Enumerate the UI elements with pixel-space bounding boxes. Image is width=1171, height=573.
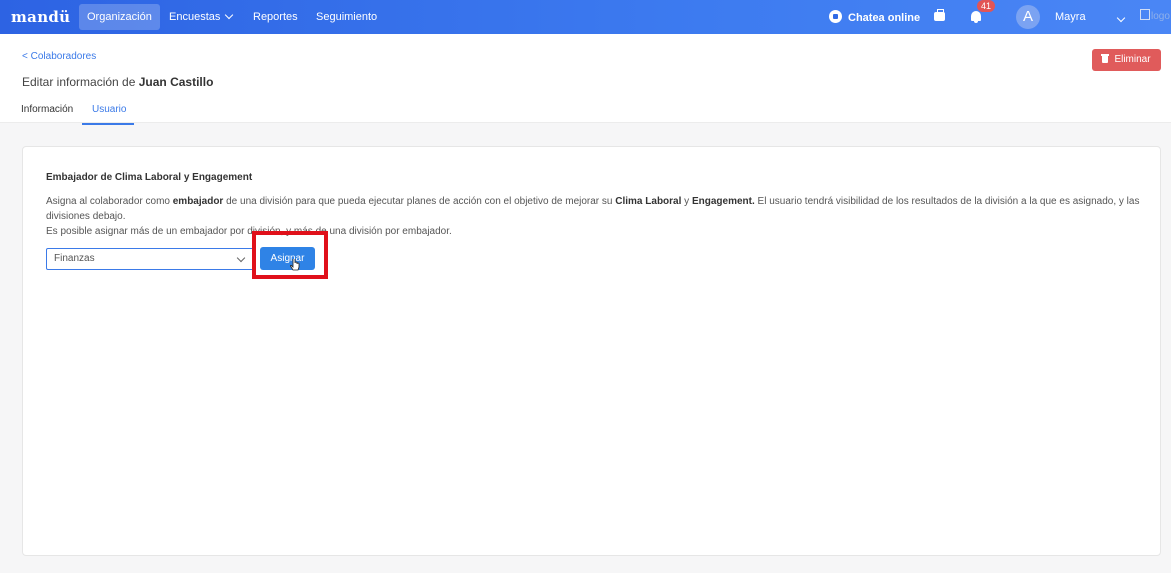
card-description-line2: Es posible asignar más de un embajador p…: [46, 226, 452, 237]
division-select-value: Finanzas: [54, 253, 95, 264]
back-link-label: Colaboradores: [30, 51, 97, 62]
chat-online-button[interactable]: Chatea online: [829, 10, 920, 24]
user-menu-chevron-icon[interactable]: [1112, 10, 1126, 28]
back-link-colaboradores[interactable]: < Colaboradores: [22, 51, 96, 62]
chat-label: Chatea online: [848, 12, 921, 24]
nav-encuestas-label: Encuestas: [169, 11, 221, 23]
nav-organizacion[interactable]: Organización: [79, 4, 160, 30]
page-title-name: Juan Castillo: [138, 75, 214, 89]
company-logo: logo: [1140, 9, 1170, 22]
chevron-left-icon: <: [22, 51, 28, 62]
chevron-down-icon: [225, 10, 234, 20]
delete-label: Eliminar: [1114, 54, 1151, 65]
page-title: Editar información de Juan Castillo: [22, 75, 213, 89]
chevron-down-icon: [236, 253, 246, 263]
avatar[interactable]: A: [1016, 5, 1040, 29]
user-name[interactable]: Mayra: [1055, 11, 1086, 23]
brand-logo[interactable]: mandü: [11, 8, 70, 26]
ambassador-card: Embajador de Clima Laboral y Engagement …: [22, 146, 1161, 556]
hand-cursor-icon: [290, 259, 300, 271]
page-title-prefix: Editar información de: [22, 75, 136, 89]
tab-usuario[interactable]: Usuario: [92, 104, 126, 115]
nav-seguimiento[interactable]: Seguimiento: [308, 0, 385, 34]
top-navigation-bar: mandü Organización Encuestas Reportes Se…: [0, 0, 1171, 34]
chat-icon: [829, 10, 842, 23]
briefcase-icon[interactable]: [934, 9, 945, 21]
division-select[interactable]: Finanzas: [46, 248, 254, 270]
bell-icon[interactable]: [971, 11, 981, 23]
delete-button[interactable]: Eliminar: [1092, 49, 1161, 71]
page-header: < Colaboradores Editar información de Ju…: [0, 34, 1171, 123]
nav-encuestas[interactable]: Encuestas: [161, 0, 240, 34]
notification-badge: 41: [977, 0, 996, 12]
active-tab-indicator: [82, 123, 134, 125]
card-title: Embajador de Clima Laboral y Engagement: [46, 172, 253, 183]
trash-icon: [1101, 54, 1110, 63]
card-description: Asigna al colaborador como embajador de …: [46, 196, 1140, 237]
nav-reportes[interactable]: Reportes: [245, 0, 306, 34]
tab-informacion[interactable]: Información: [21, 104, 73, 115]
